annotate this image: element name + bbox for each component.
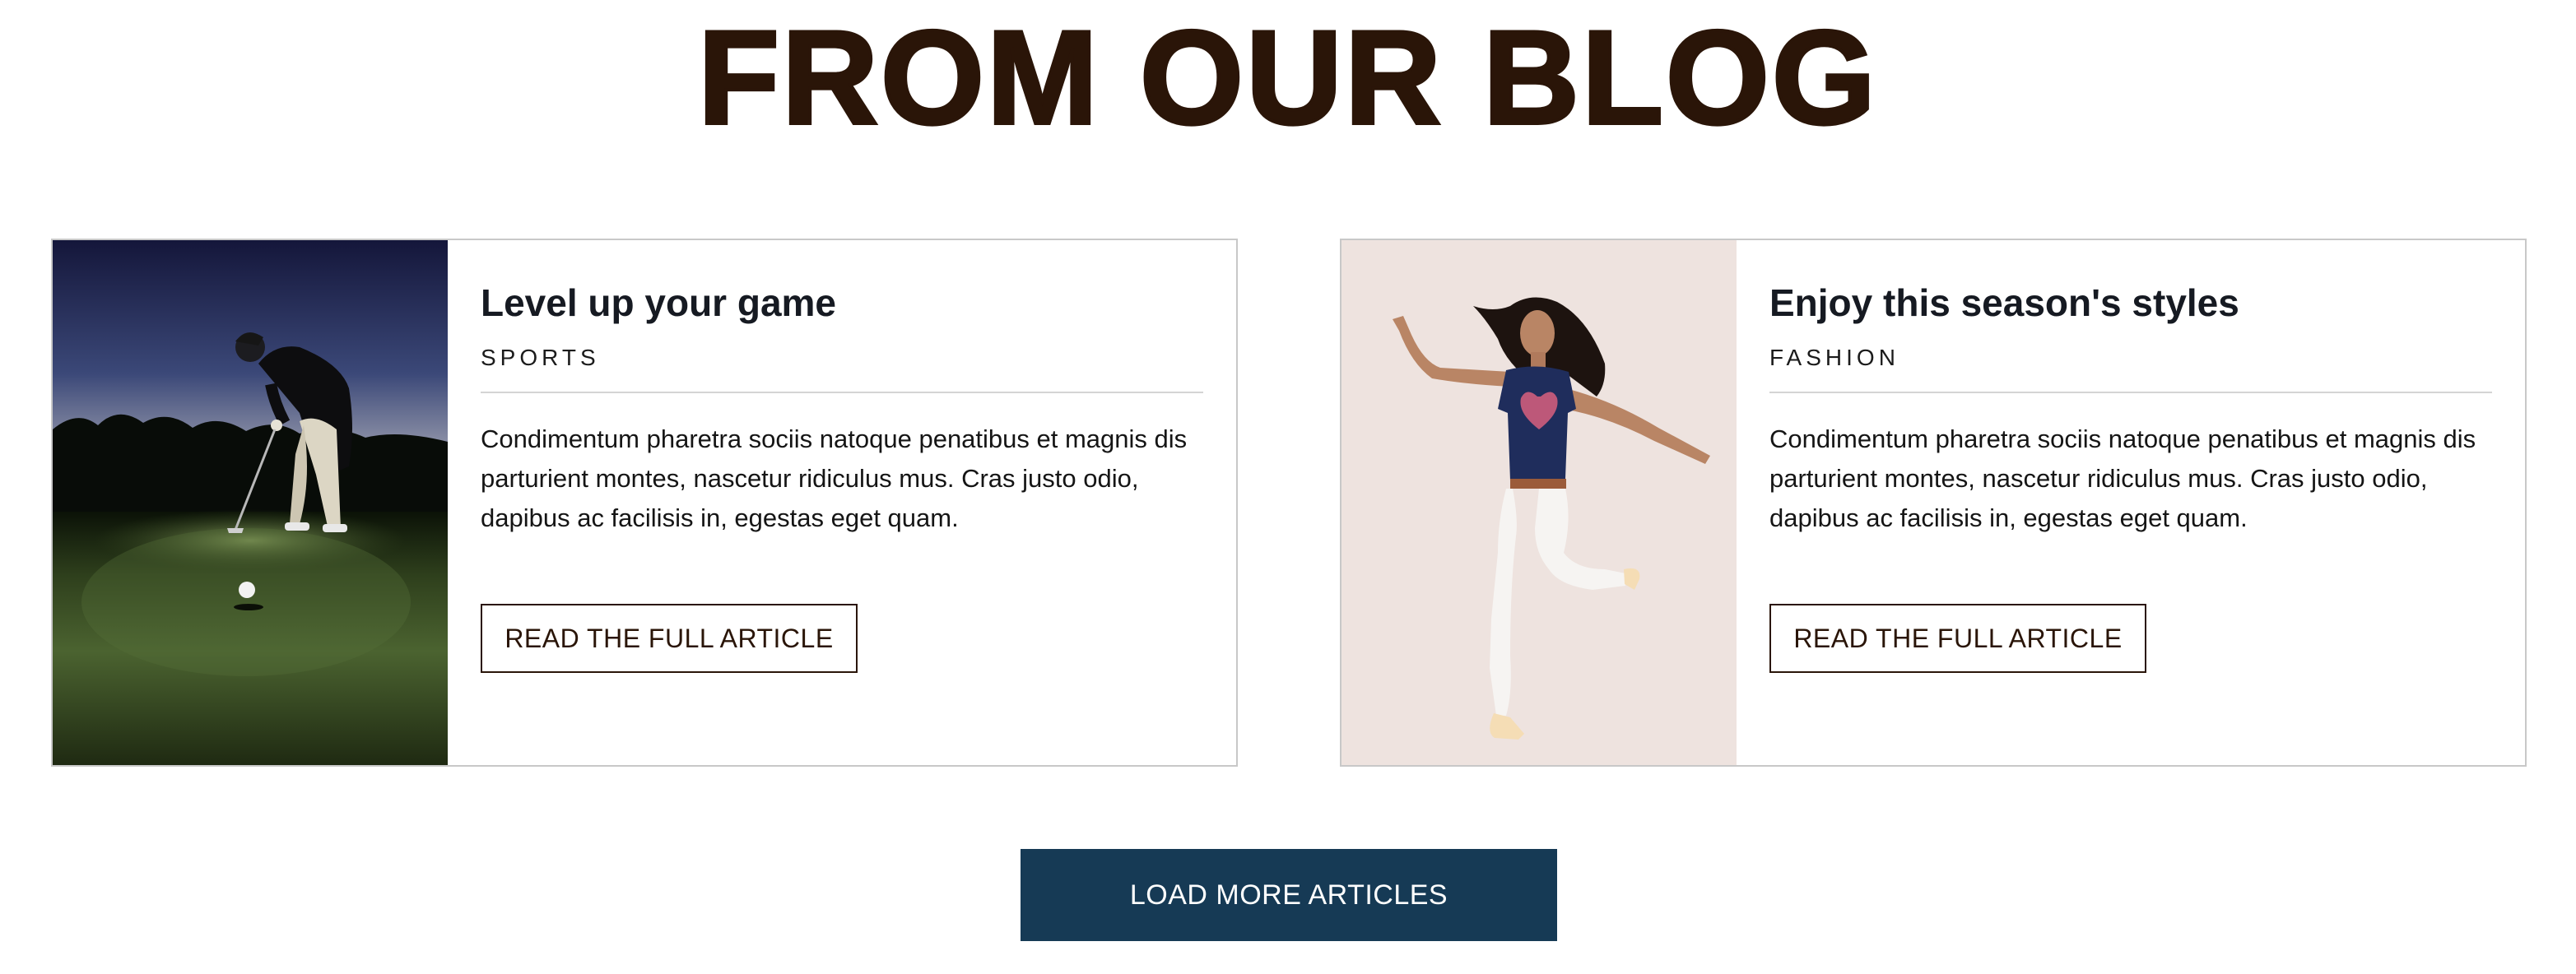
golf-player-image[interactable]: [53, 240, 448, 765]
blog-card-sports: Level up your game SPORTS Condimentum ph…: [51, 239, 1238, 767]
article-excerpt: Condimentum pharetra sociis natoque pena…: [1769, 424, 2476, 532]
read-full-article-button[interactable]: READ THE FULL ARTICLE: [481, 604, 858, 673]
article-title[interactable]: Enjoy this season's styles: [1769, 280, 2239, 326]
dancing-woman-image[interactable]: [1341, 240, 1737, 765]
read-full-article-button[interactable]: READ THE FULL ARTICLE: [1769, 604, 2146, 673]
article-title[interactable]: Level up your game: [481, 280, 836, 326]
divider: [1769, 392, 2492, 393]
article-category: FASHION: [1769, 345, 1899, 370]
blog-card-fashion: Enjoy this season's styles FASHION Condi…: [1340, 239, 2527, 767]
blog-section-title: FROM OUR BLOG: [696, 3, 1878, 152]
article-category: SPORTS: [481, 345, 600, 370]
article-excerpt: Condimentum pharetra sociis natoque pena…: [481, 424, 1188, 532]
load-more-articles-button[interactable]: LOAD MORE ARTICLES: [1021, 849, 1557, 941]
divider: [481, 392, 1203, 393]
